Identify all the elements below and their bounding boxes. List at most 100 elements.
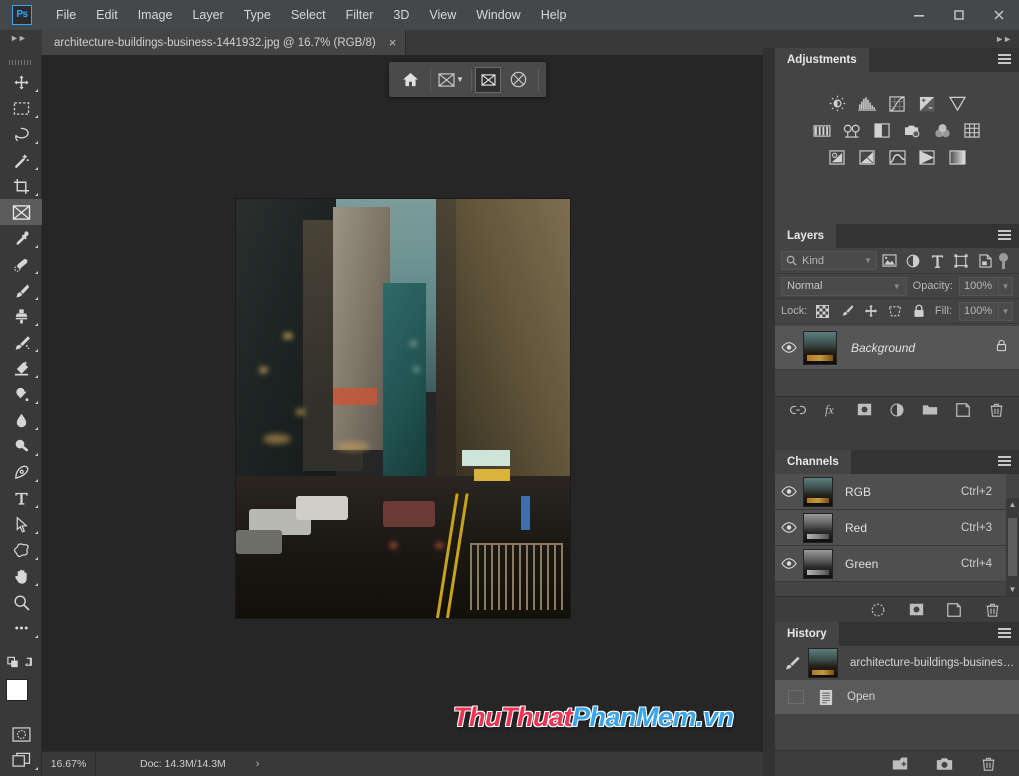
menu-help[interactable]: Help: [531, 0, 577, 30]
frame-tool[interactable]: [0, 199, 42, 225]
menu-layer[interactable]: Layer: [182, 0, 233, 30]
menu-type[interactable]: Type: [234, 0, 281, 30]
toolbar-drag-handle[interactable]: [0, 55, 42, 69]
channel-visibility-toggle[interactable]: [775, 522, 803, 533]
create-document-from-state-icon[interactable]: [891, 755, 909, 773]
adjustment-filter-icon[interactable]: [901, 251, 925, 271]
menu-file[interactable]: File: [46, 0, 86, 30]
table-row[interactable]: Green Ctrl+4: [775, 546, 1006, 582]
black-white-icon[interactable]: [873, 122, 892, 139]
opacity-value[interactable]: 100%: [959, 276, 999, 296]
curves-icon[interactable]: [888, 95, 907, 112]
path-selection-tool[interactable]: [0, 511, 42, 537]
close-button[interactable]: [979, 0, 1019, 30]
menu-view[interactable]: View: [419, 0, 466, 30]
menu-3d[interactable]: 3D: [383, 0, 419, 30]
exposure-icon[interactable]: [918, 95, 937, 112]
default-colors-and-swap[interactable]: [0, 649, 42, 675]
table-row[interactable]: Red Ctrl+3: [775, 510, 1006, 546]
new-layer-icon[interactable]: [954, 401, 972, 419]
gradient-map-icon[interactable]: [918, 149, 937, 166]
delete-layer-icon[interactable]: [987, 401, 1005, 419]
eraser-tool[interactable]: [0, 355, 42, 381]
hue-saturation-icon[interactable]: [813, 122, 832, 139]
adjustments-panel-menu-icon[interactable]: [998, 54, 1011, 65]
tab-channels[interactable]: Channels: [775, 450, 851, 474]
color-lookup-icon[interactable]: [963, 122, 982, 139]
healing-brush-tool[interactable]: [0, 251, 42, 277]
fill-slider-chevron-icon[interactable]: ▼: [999, 301, 1013, 321]
menu-window[interactable]: Window: [466, 0, 530, 30]
scrollbar-thumb[interactable]: [1008, 518, 1017, 576]
delete-state-icon[interactable]: [979, 755, 997, 773]
canvas-area[interactable]: [42, 55, 763, 751]
chevron-down-icon[interactable]: ▼: [456, 75, 464, 84]
list-item[interactable]: Open: [775, 680, 1019, 714]
levels-icon[interactable]: [858, 95, 877, 112]
tab-layers[interactable]: Layers: [775, 224, 837, 248]
dodge-tool[interactable]: [0, 433, 42, 459]
marquee-tool[interactable]: [0, 95, 42, 121]
invert-icon[interactable]: [828, 149, 847, 166]
history-panel-menu-icon[interactable]: [998, 628, 1011, 639]
new-channel-icon[interactable]: [945, 601, 963, 619]
scroll-down-icon[interactable]: ▼: [1006, 583, 1019, 596]
quick-mask-mode-button[interactable]: [0, 721, 42, 747]
selective-color-icon[interactable]: [948, 149, 967, 166]
new-group-icon[interactable]: [921, 401, 939, 419]
layer-locked-icon[interactable]: [996, 339, 1007, 357]
minimize-button[interactable]: [899, 0, 939, 30]
shape-filter-icon[interactable]: [949, 251, 973, 271]
brightness-contrast-icon[interactable]: [828, 95, 847, 112]
edit-toolbar-tool[interactable]: [0, 615, 42, 641]
brush-tool[interactable]: [0, 277, 42, 303]
clone-stamp-tool[interactable]: [0, 303, 42, 329]
layer-filter-kind-select[interactable]: Kind ▼: [781, 251, 877, 270]
layer-style-fx-icon[interactable]: fx: [822, 401, 840, 419]
zoom-tool[interactable]: [0, 589, 42, 615]
document-tab[interactable]: architecture-buildings-business-1441932.…: [42, 30, 407, 55]
menu-select[interactable]: Select: [281, 0, 336, 30]
filter-toggle-switch[interactable]: [999, 251, 1008, 271]
eyedropper-tool[interactable]: [0, 225, 42, 251]
layers-panel-menu-icon[interactable]: [998, 230, 1011, 241]
frame-preset-button[interactable]: ▼: [434, 65, 468, 95]
fill-value[interactable]: 100%: [959, 301, 999, 321]
shape-tool[interactable]: [0, 537, 42, 563]
screen-mode-button[interactable]: [0, 747, 42, 773]
channels-panel-menu-icon[interactable]: [998, 456, 1011, 467]
tab-history[interactable]: History: [775, 622, 839, 646]
chevron-down-icon[interactable]: ▼: [864, 256, 872, 265]
history-state-checkbox[interactable]: [775, 690, 809, 704]
move-tool[interactable]: [0, 69, 42, 95]
zoom-level-field[interactable]: 16.67%: [42, 751, 96, 776]
menu-edit[interactable]: Edit: [86, 0, 128, 30]
chevron-down-icon[interactable]: ▼: [893, 282, 901, 291]
magic-wand-tool[interactable]: [0, 147, 42, 173]
pixel-filter-icon[interactable]: [877, 251, 901, 271]
threshold-icon[interactable]: [888, 149, 907, 166]
channels-scrollbar[interactable]: ▲ ▼: [1006, 498, 1019, 596]
scroll-up-icon[interactable]: ▲: [1006, 498, 1019, 511]
history-brush-source-icon[interactable]: [775, 655, 808, 671]
expand-panels-arrows-icon[interactable]: ►►: [995, 34, 1012, 44]
photo-filter-icon[interactable]: [903, 122, 922, 139]
hand-tool[interactable]: [0, 563, 42, 589]
channel-visibility-toggle[interactable]: [775, 558, 803, 569]
lock-image-pixels-icon[interactable]: [838, 303, 855, 320]
lock-position-icon[interactable]: [862, 303, 879, 320]
smart-object-filter-icon[interactable]: [973, 251, 997, 271]
link-layers-icon[interactable]: [789, 401, 807, 419]
channel-visibility-toggle[interactable]: [775, 486, 803, 497]
menu-filter[interactable]: Filter: [336, 0, 384, 30]
gradient-tool[interactable]: [0, 381, 42, 407]
vibrance-icon[interactable]: [948, 95, 967, 112]
tab-adjustments[interactable]: Adjustments: [775, 48, 869, 72]
channel-mixer-icon[interactable]: [933, 122, 952, 139]
save-selection-as-channel-icon[interactable]: [907, 601, 925, 619]
maximize-button[interactable]: [939, 0, 979, 30]
ellipse-frame-button[interactable]: [501, 65, 535, 95]
lock-all-icon[interactable]: [910, 303, 927, 320]
rectangle-frame-button[interactable]: [475, 66, 501, 93]
adjustment-layer-icon[interactable]: [888, 401, 906, 419]
